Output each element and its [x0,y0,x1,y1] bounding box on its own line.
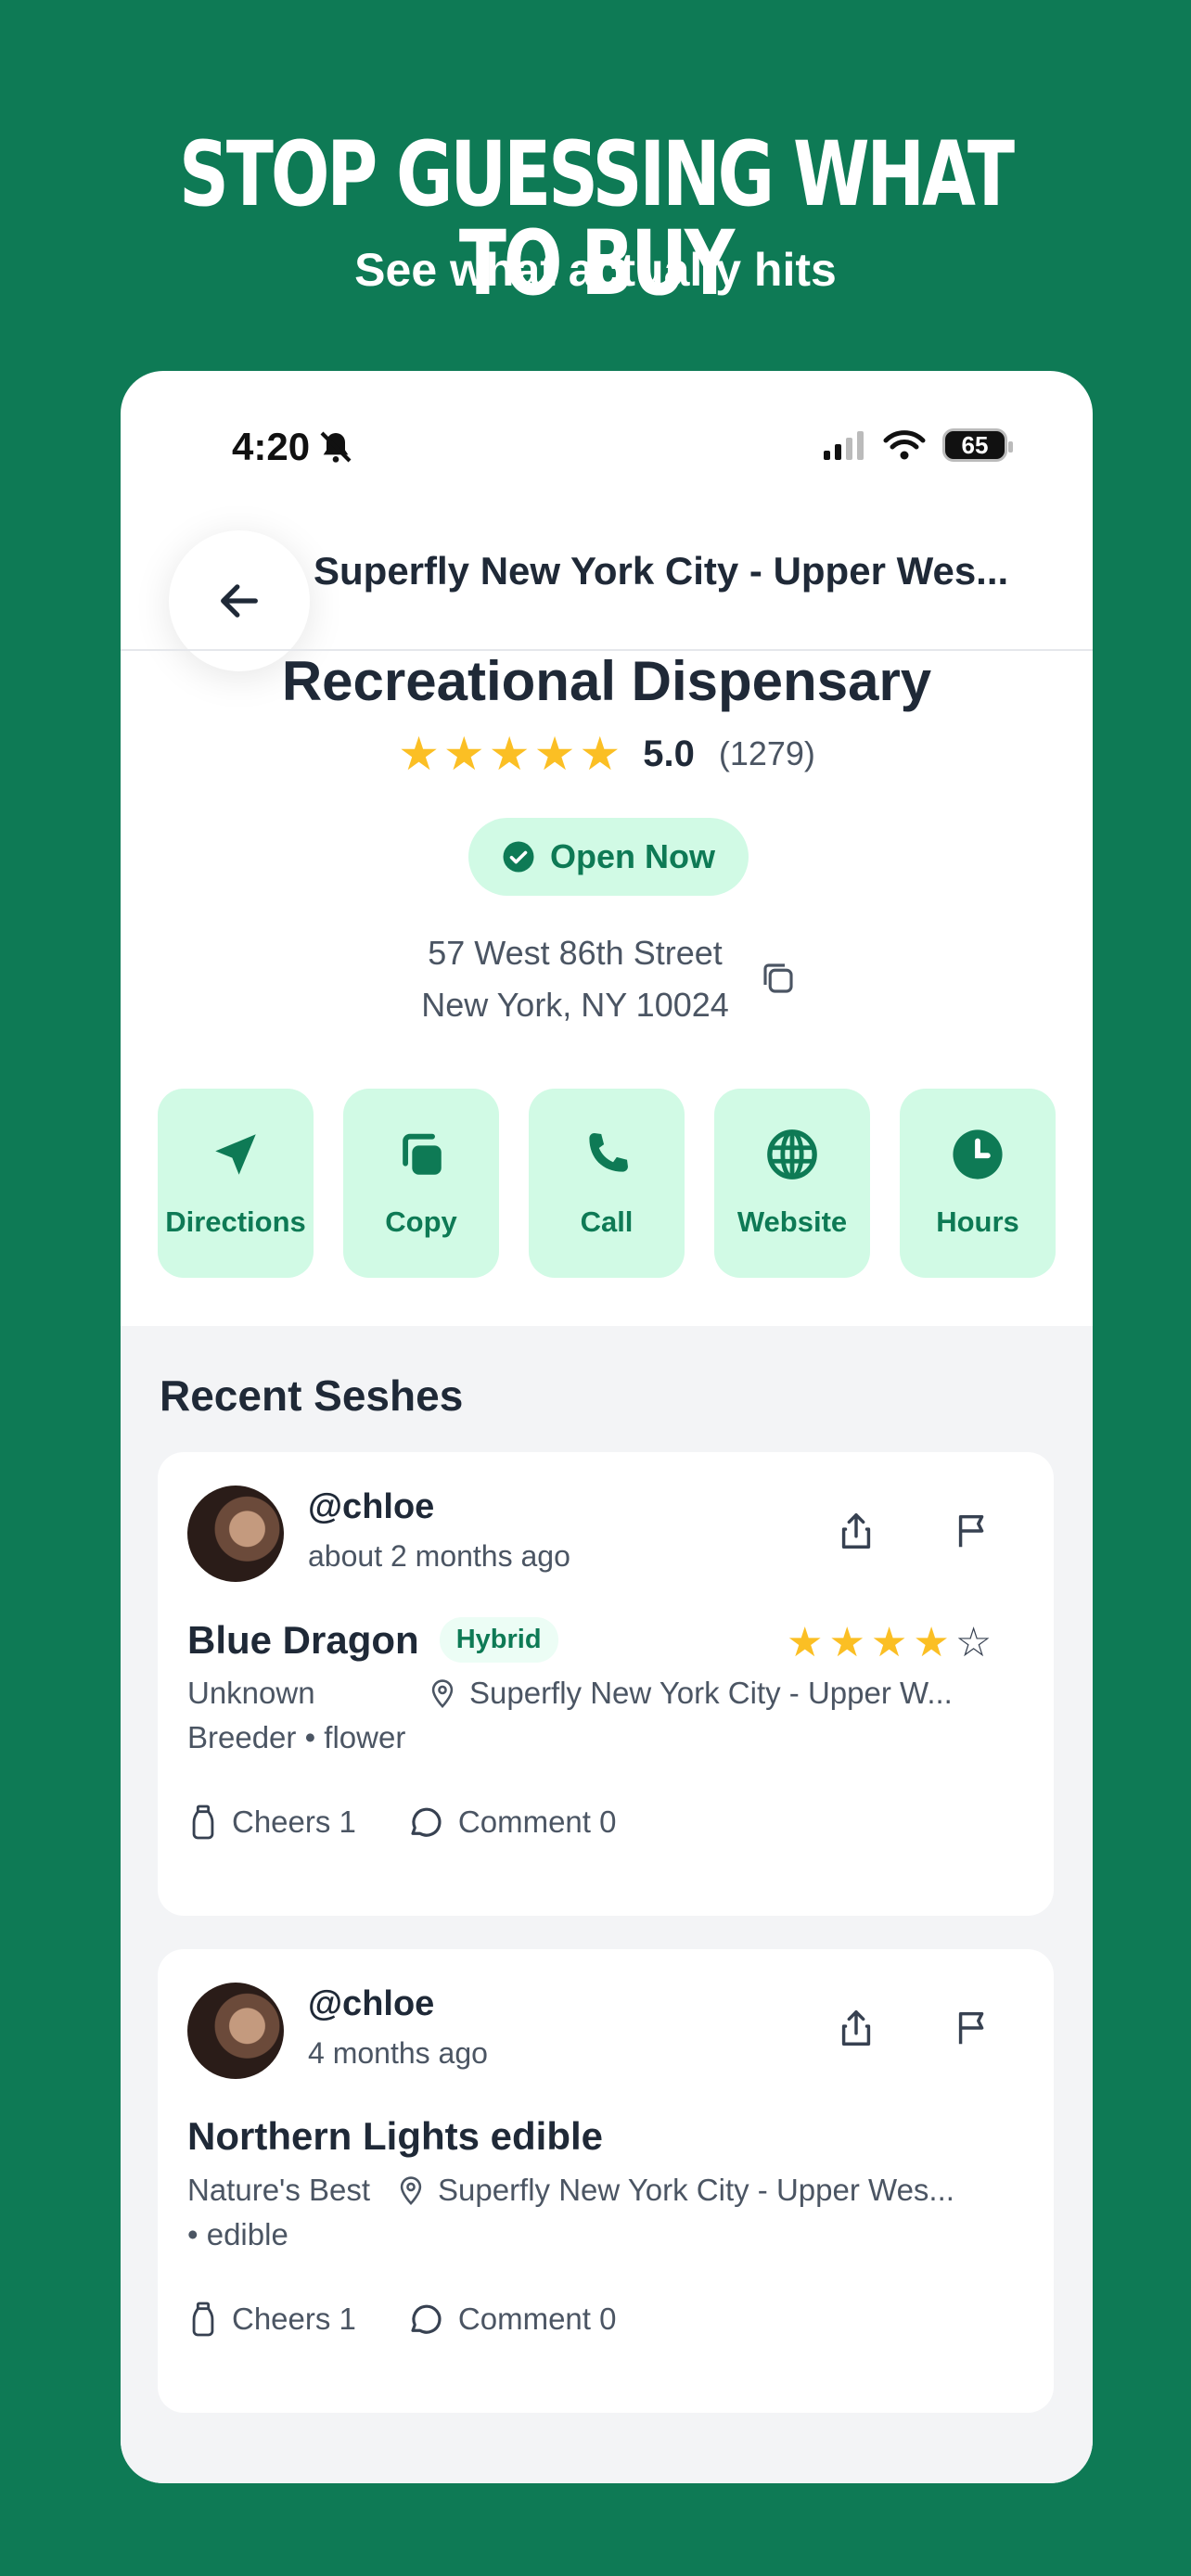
hours-button[interactable]: Hours [900,1089,1056,1278]
status-time: 4:20 [232,425,354,469]
star-icon: ★ [442,728,485,780]
map-pin-icon [431,1679,454,1709]
star-icon: ★ [787,1620,824,1665]
sesh-rating: ★ ★ ★ ★ ☆ [787,1623,992,1664]
store-rating: ★ ★ ★ ★ ★ 5.0 (1279) [121,731,1093,777]
sesh-actions: Cheers 1 Comment 0 [187,1803,616,1842]
sesh-location[interactable]: Superfly New York City - Upper W... [427,1671,953,1715]
call-button[interactable]: Call [529,1089,685,1278]
strain-name-row: Northern Lights edible [187,2114,603,2159]
sesh-actions: Cheers 1 Comment 0 [187,2300,616,2339]
directions-label: Directions [165,1205,306,1238]
map-pin-icon [400,2176,422,2206]
sesh-location[interactable]: Superfly New York City - Upper Wes... [395,2168,954,2213]
brand: Nature's Best [187,2173,371,2207]
strain-type-badge: Hybrid [439,1617,558,1663]
rating-count: (1279) [718,734,815,772]
jar-icon [192,2302,214,2337]
status-icons: 65 [822,428,1013,462]
address-line-2: New York, NY 10024 [421,986,729,1024]
location-text: Superfly New York City - Upper Wes... [438,2173,954,2207]
hours-label: Hours [936,1205,1019,1238]
copy-icon [403,1133,442,1175]
strain-name[interactable]: Blue Dragon [187,1618,419,1663]
post-time: 4 months ago [308,2036,488,2070]
store-type: Recreational Dispensary [281,650,932,712]
location-text: Superfly New York City - Upper W... [469,1676,953,1710]
action-buttons: Directions Copy Call Website Hours [158,1089,1056,1278]
rating-value: 5.0 [643,733,695,774]
phone-screen: 4:20 65 Superfly New York City - Upper W… [121,371,1093,2483]
cheers-label: Cheers 1 [232,2302,356,2336]
brand-category: Breeder • flower [187,1720,406,1754]
battery-level: 65 [961,430,989,459]
store-address: 57 West 86th Street New York, NY 10024 [399,927,751,1031]
strain-name-row: Blue Dragon Hybrid [187,1617,558,1663]
bell-muted-icon [320,431,352,463]
star-icon: ★ [913,1620,950,1665]
star-outline-icon: ☆ [954,1620,992,1665]
cheers-button[interactable]: Cheers 1 [187,2300,356,2339]
flag-icon[interactable] [952,2007,994,2049]
username[interactable]: @chloe [308,1487,434,1527]
sesh-card[interactable]: @chloe 4 months ago Northern Lights edib… [158,1949,1054,2413]
star-icon: ★ [488,728,531,780]
recent-seshes-section: Recent Seshes @chloe about 2 months ago … [121,1326,1093,2483]
sesh-card[interactable]: @chloe about 2 months ago Blue Dragon Hy… [158,1452,1054,1916]
comment-button[interactable]: Comment 0 [406,2300,617,2339]
section-title: Recent Seshes [160,1371,464,1420]
clock-text: 4:20 [232,425,311,468]
star-icon: ★ [398,728,440,780]
battery-indicator: 65 [942,428,1013,462]
jar-icon [192,1804,214,1840]
website-button[interactable]: Website [714,1089,870,1278]
post-time: about 2 months ago [308,1539,570,1573]
copy-button[interactable]: Copy [343,1089,499,1278]
cheers-button[interactable]: Cheers 1 [187,1803,356,1842]
check-circle-icon [503,841,534,873]
product-meta: Nature's Best • edible [187,2168,370,2257]
star-icon: ★ [828,1620,865,1665]
open-status-label: Open Now [550,837,715,875]
comment-label: Comment 0 [457,1804,617,1839]
cellular-signal-icon [824,431,864,460]
username[interactable]: @chloe [308,1984,434,2024]
star-icon: ★ [870,1620,908,1665]
arrow-left-icon [221,584,258,618]
share-icon[interactable] [835,2007,877,2049]
globe-icon [767,1129,817,1180]
website-label: Website [736,1205,848,1238]
strain-name[interactable]: Northern Lights edible [187,2114,603,2159]
star-icon: ★ [579,728,621,780]
brand: Unknown [187,1676,315,1710]
phone-icon [589,1133,628,1172]
call-label: Call [580,1205,634,1238]
copy-address-icon[interactable] [759,959,798,998]
flag-icon[interactable] [952,1510,994,1552]
navigation-arrow-icon [215,1134,256,1175]
address-line-1: 57 West 86th Street [428,934,723,972]
star-icon: ★ [533,728,576,780]
store-name-title: Superfly New York City - Upper Wes... [314,549,1009,593]
brand-category: • edible [187,2217,288,2251]
share-icon[interactable] [835,1510,877,1552]
copy-label: Copy [385,1205,457,1238]
clock-icon [953,1129,1003,1180]
comment-icon [411,1807,442,1837]
avatar[interactable] [187,1983,284,2079]
avatar[interactable] [187,1486,284,1582]
wifi-icon [883,430,926,460]
open-status-badge: Open Now [468,818,749,896]
comment-icon [411,2304,442,2334]
subheadline: See what actually hits [354,244,837,296]
comment-button[interactable]: Comment 0 [406,1803,617,1842]
comment-label: Comment 0 [457,2302,617,2336]
directions-button[interactable]: Directions [158,1089,314,1278]
cheers-label: Cheers 1 [232,1804,356,1839]
product-meta: Unknown Breeder • flower [187,1671,405,1760]
